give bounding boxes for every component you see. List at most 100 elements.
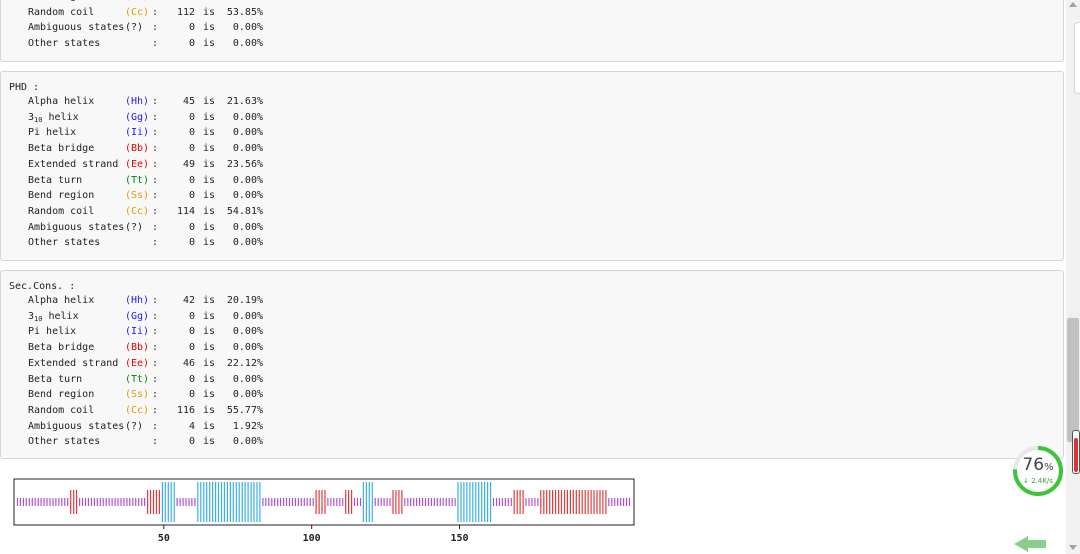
dssp-stats-panel: Bend region(Ss):0is0.00%Random coil(Cc):…: [0, 0, 1064, 62]
widget-speed: ↓ 2.4K/s: [1023, 477, 1053, 485]
row-colon: :: [152, 326, 159, 338]
widget-percent-sign: %: [1044, 462, 1054, 473]
state-percent: 0.00%: [232, 436, 263, 448]
state-percent: 0.00%: [232, 237, 263, 249]
state-count: 0: [188, 38, 195, 50]
row-colon: :: [152, 404, 159, 416]
widget-percent-value: 76: [1022, 455, 1045, 475]
state-name: Extended strand: [28, 158, 119, 170]
row-colon: :: [152, 38, 159, 50]
state-name: 310 helix: [28, 310, 79, 323]
state-code: (Gg): [125, 310, 150, 322]
row-colon: :: [152, 22, 159, 34]
state-count: 4: [188, 420, 195, 432]
secondary-structure-graphic: 50 100 150: [13, 478, 635, 544]
row-is: is: [203, 237, 216, 249]
row-colon: :: [152, 174, 159, 186]
row-colon: :: [152, 205, 159, 217]
state-code: (Tt): [125, 373, 150, 385]
state-code: (Ee): [125, 357, 150, 369]
state-percent: 0.00%: [232, 174, 263, 186]
state-name: Pi helix: [28, 127, 77, 139]
scrollbar-thumb[interactable]: [1067, 318, 1079, 442]
row-is: is: [203, 96, 216, 107]
state-name: Extended strand: [28, 357, 119, 369]
row-colon: :: [152, 295, 159, 306]
seccons-stats-panel: Sec.Cons. : Alpha helix (Hh): 42 is 20.19% 31…: [0, 270, 1064, 459]
state-count: 0: [188, 111, 195, 123]
state-name: Random coil: [28, 205, 95, 217]
state-name: Other states: [28, 237, 101, 249]
state-name: Other states: [28, 38, 101, 50]
row-is: is: [203, 295, 216, 306]
state-name: 310 helix: [28, 111, 79, 124]
state-name: Random coil: [28, 404, 95, 416]
state-count: 0: [188, 174, 195, 186]
state-percent: 0.00%: [232, 190, 263, 202]
row-colon: :: [152, 221, 159, 233]
state-count: 0: [188, 190, 195, 202]
state-count: 0: [162, 0, 195, 2]
row-is: is: [203, 22, 216, 34]
axis-tick-label: 150: [450, 533, 468, 544]
state-code: (Ss): [125, 0, 149, 2]
row-colon: :: [152, 342, 159, 354]
axis-tick-label: 100: [303, 533, 321, 544]
state-name: Bend region: [28, 0, 94, 2]
row-is: is: [203, 342, 216, 354]
state-percent: 1.92%: [232, 420, 263, 432]
state-name: Ambiguous states: [28, 221, 125, 233]
row-is: is: [203, 310, 216, 322]
state-count: 112: [176, 6, 195, 18]
state-percent: 54.81%: [226, 205, 263, 217]
row-colon: :: [152, 158, 159, 170]
row-is: is: [203, 38, 216, 50]
state-count: 0: [188, 127, 195, 139]
row-is: is: [203, 111, 216, 123]
state-percent: 53.85%: [226, 6, 263, 18]
state-count: 0: [188, 22, 195, 34]
state-name: Beta turn: [28, 174, 83, 186]
state-name: Beta bridge: [28, 342, 95, 354]
row-colon: :: [152, 127, 159, 139]
state-name: Random coil: [28, 6, 95, 18]
scroll-up-arrow-icon[interactable]: [1069, 2, 1077, 7]
state-name: Beta turn: [28, 373, 83, 385]
row-is: is: [203, 389, 216, 401]
row-colon: :: [152, 111, 159, 123]
phd-panel-title: PHD :: [9, 82, 40, 93]
widget-percent: 76%: [1012, 455, 1064, 475]
row-colon: :: [152, 143, 159, 155]
side-panel-tab[interactable]: [1074, 22, 1080, 94]
state-count: 114: [176, 205, 195, 217]
state-percent: 20.19%: [226, 295, 263, 306]
scroll-down-arrow-icon[interactable]: [1069, 545, 1077, 550]
state-percent: 0.00%: [232, 310, 263, 322]
row-is: is: [203, 158, 216, 170]
row-is: is: [203, 190, 216, 202]
row-is: is: [203, 221, 216, 233]
back-arrow-icon[interactable]: [1012, 534, 1050, 554]
row-colon: :: [152, 357, 159, 369]
row-is: is: [203, 174, 216, 186]
state-percent: 21.63%: [226, 96, 263, 107]
thermometer-icon: [1072, 430, 1080, 474]
state-name: Other states: [28, 436, 101, 448]
state-code: (Hh): [125, 96, 150, 107]
state-percent: 22.12%: [226, 357, 263, 369]
row-is: is: [203, 357, 216, 369]
state-count: 0: [188, 326, 195, 338]
state-percent: 0.00%: [232, 143, 263, 155]
state-percent: 0.00%: [232, 221, 263, 233]
state-percent: 0.00%: [215, 0, 263, 2]
state-percent: 0.00%: [232, 342, 263, 354]
row-is: is: [203, 436, 216, 448]
state-percent: 0.00%: [232, 389, 263, 401]
state-count: 46: [182, 357, 195, 369]
seccons-panel-title: Sec.Cons. :: [9, 281, 76, 292]
state-name: Bend region: [28, 190, 95, 202]
state-code: (?): [125, 221, 144, 233]
state-count: 0: [188, 389, 195, 401]
state-count: 0: [188, 342, 195, 354]
state-code: (Ii): [125, 127, 150, 139]
